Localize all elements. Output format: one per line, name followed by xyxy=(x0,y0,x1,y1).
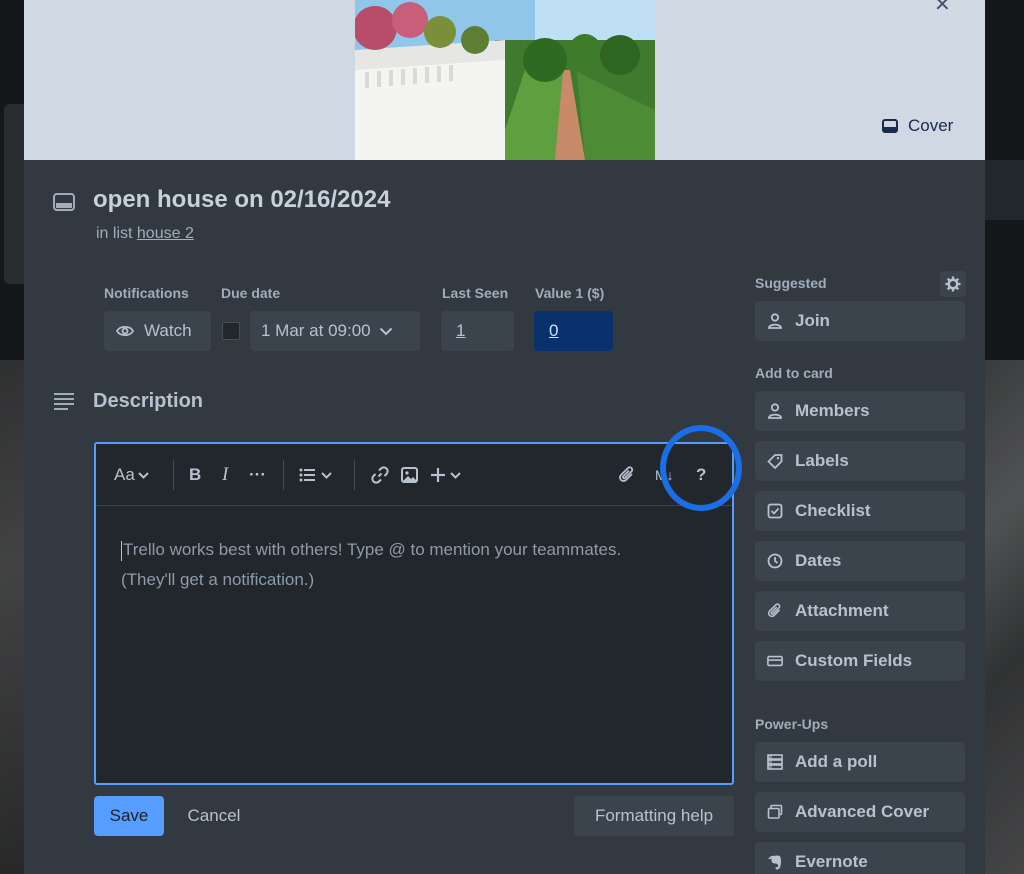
join-button[interactable]: Join xyxy=(755,301,965,341)
add-poll-button[interactable]: Add a poll xyxy=(755,742,965,782)
add-poll-label: Add a poll xyxy=(795,752,878,771)
background-image-right xyxy=(985,360,1024,874)
cover-image xyxy=(355,0,655,160)
suggested-label: Suggested xyxy=(755,275,827,291)
checklist-label: Checklist xyxy=(795,501,871,520)
members-label: Members xyxy=(795,401,870,420)
in-list-prefix: in list xyxy=(96,225,133,242)
text-style-dropdown[interactable]: Aa xyxy=(114,462,149,488)
due-date-value: 1 Mar at 09:00 xyxy=(261,321,371,340)
power-ups-label: Power-Ups xyxy=(755,716,829,732)
chevron-down-icon xyxy=(450,471,461,479)
person-icon xyxy=(767,313,783,329)
paperclip-icon xyxy=(767,603,783,619)
image-icon[interactable] xyxy=(401,462,418,488)
bullet-list-icon xyxy=(299,468,315,482)
markdown-icon[interactable]: M↓ xyxy=(655,462,674,488)
custom-fields-button[interactable]: Custom Fields xyxy=(755,641,965,681)
toolbar-divider xyxy=(173,460,174,490)
card-icon xyxy=(52,190,76,214)
value1-label: Value 1 ($) xyxy=(535,285,605,301)
watch-label: Watch xyxy=(144,321,192,340)
cover-icon xyxy=(882,119,898,133)
labels-label: Labels xyxy=(795,451,849,470)
value1-field[interactable]: 0 xyxy=(534,311,613,351)
description-editor[interactable]: Aa B I ··· M↓ ? Trello works best with o… xyxy=(94,442,734,785)
cancel-button[interactable]: Cancel xyxy=(174,796,254,836)
link-icon[interactable] xyxy=(371,462,389,488)
description-placeholder: Trello works best with others! Type @ to… xyxy=(121,535,701,595)
clock-icon xyxy=(767,553,783,569)
attachment-button[interactable]: Attachment xyxy=(755,591,965,631)
in-list-text: in list house 2 xyxy=(96,225,194,243)
toolbar-divider xyxy=(354,460,355,490)
last-seen-label: Last Seen xyxy=(442,285,509,301)
description-title: Description xyxy=(93,390,204,412)
formatting-help-button[interactable]: Formatting help xyxy=(574,796,734,836)
custom-fields-label: Custom Fields xyxy=(795,651,913,670)
tag-icon xyxy=(767,453,783,469)
dates-button[interactable]: Dates xyxy=(755,541,965,581)
background-header-strip xyxy=(985,160,1024,220)
last-seen-field[interactable]: 1 xyxy=(441,311,514,351)
due-date-checkbox[interactable] xyxy=(222,322,240,340)
description-icon xyxy=(52,391,76,411)
evernote-label: Evernote xyxy=(795,852,868,871)
background-image-left xyxy=(0,360,24,874)
evernote-icon xyxy=(767,854,783,870)
chevron-down-icon xyxy=(138,471,149,479)
save-button[interactable]: Save xyxy=(94,796,164,836)
advanced-cover-label: Advanced Cover xyxy=(795,802,930,821)
card-detail-modal: Cover ✕ open house on 02/16/2024 in list… xyxy=(24,0,985,874)
italic-icon[interactable]: I xyxy=(222,462,228,488)
watch-button[interactable]: Watch xyxy=(104,311,211,351)
plus-icon xyxy=(430,467,446,483)
advanced-cover-button[interactable]: Advanced Cover xyxy=(755,792,965,832)
checklist-button[interactable]: Checklist xyxy=(755,491,965,531)
notifications-label: Notifications xyxy=(104,285,189,301)
labels-button[interactable]: Labels xyxy=(755,441,965,481)
editor-toolbar: Aa B I ··· M↓ ? xyxy=(96,444,732,506)
card-cover: Cover ✕ xyxy=(24,0,985,160)
attachment-icon[interactable] xyxy=(618,462,636,488)
chevron-down-icon xyxy=(379,327,393,336)
person-icon xyxy=(767,403,783,419)
text-caret xyxy=(121,540,122,561)
card-title[interactable]: open house on 02/16/2024 xyxy=(93,186,390,214)
chevron-down-icon xyxy=(321,471,332,479)
dates-label: Dates xyxy=(795,551,842,570)
evernote-button[interactable]: Evernote xyxy=(755,842,965,874)
background-card xyxy=(4,104,24,284)
cover-icon xyxy=(767,804,783,820)
custom-fields-icon xyxy=(767,653,783,669)
cover-button[interactable]: Cover xyxy=(872,110,963,142)
due-date-label: Due date xyxy=(221,285,281,301)
cover-button-label: Cover xyxy=(908,116,954,135)
join-label: Join xyxy=(795,311,830,330)
attachment-label: Attachment xyxy=(795,601,889,620)
toolbar-divider xyxy=(283,460,284,490)
list-dropdown[interactable] xyxy=(299,462,332,488)
help-icon[interactable]: ? xyxy=(696,462,706,488)
poll-icon xyxy=(767,754,783,770)
text-style-label: Aa xyxy=(114,465,135,484)
due-date-button[interactable]: 1 Mar at 09:00 xyxy=(250,311,420,351)
members-button[interactable]: Members xyxy=(755,391,965,431)
list-name-link[interactable]: house 2 xyxy=(137,225,194,242)
placeholder-line-1: Trello works best with others! Type @ to… xyxy=(123,540,622,559)
close-icon[interactable]: ✕ xyxy=(934,0,951,17)
placeholder-line-2: (They'll get a notification.) xyxy=(121,570,315,589)
bold-icon[interactable]: B xyxy=(189,462,201,488)
more-formatting-icon[interactable]: ··· xyxy=(249,462,266,488)
gear-icon[interactable] xyxy=(940,271,966,297)
insert-dropdown[interactable] xyxy=(430,462,461,488)
checkbox-icon xyxy=(767,503,783,519)
eye-icon xyxy=(116,324,134,338)
add-to-card-label: Add to card xyxy=(755,365,833,381)
